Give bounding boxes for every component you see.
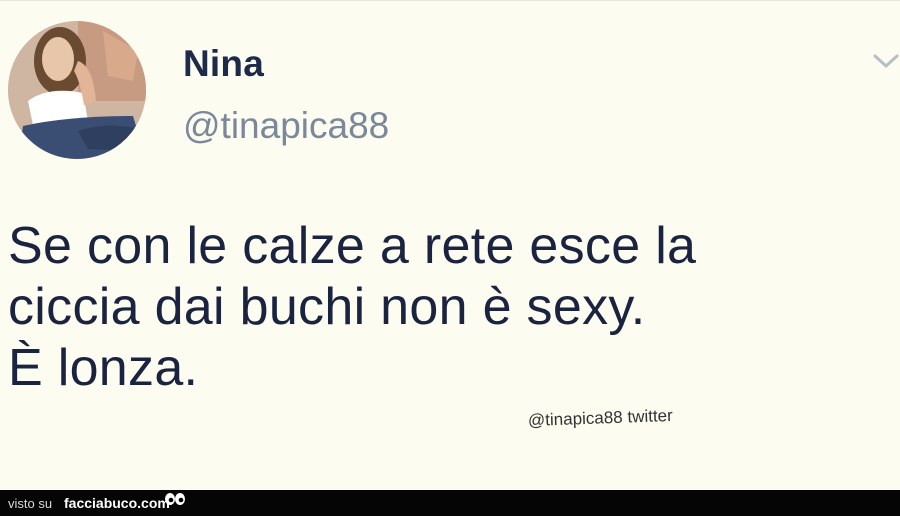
tweet-text-line: ciccia dai buchi non è sexy. (8, 278, 646, 336)
avatar-photo (8, 21, 146, 159)
eyes-icon (165, 493, 185, 505)
tweet-text-line: È lonza. (8, 339, 199, 397)
footer-site-link[interactable]: facciabuco.com (64, 495, 170, 511)
chevron-down-icon[interactable] (872, 51, 900, 71)
display-name[interactable]: Nina (183, 43, 264, 85)
footer-bar: visto su facciabuco.com (0, 490, 900, 516)
tweet-text-line: Se con le calze a rete esce la (8, 217, 697, 275)
user-handle[interactable]: @tinapica88 (183, 105, 389, 147)
watermark-handle: @tinapica88 twitter (527, 405, 674, 430)
footer-prefix: visto su (8, 496, 53, 511)
avatar[interactable] (8, 21, 146, 159)
tweet-text: Se con le calze a rete esce la ciccia da… (8, 216, 888, 399)
tweet-card: Nina @tinapica88 Se con le calze a rete … (0, 0, 900, 491)
